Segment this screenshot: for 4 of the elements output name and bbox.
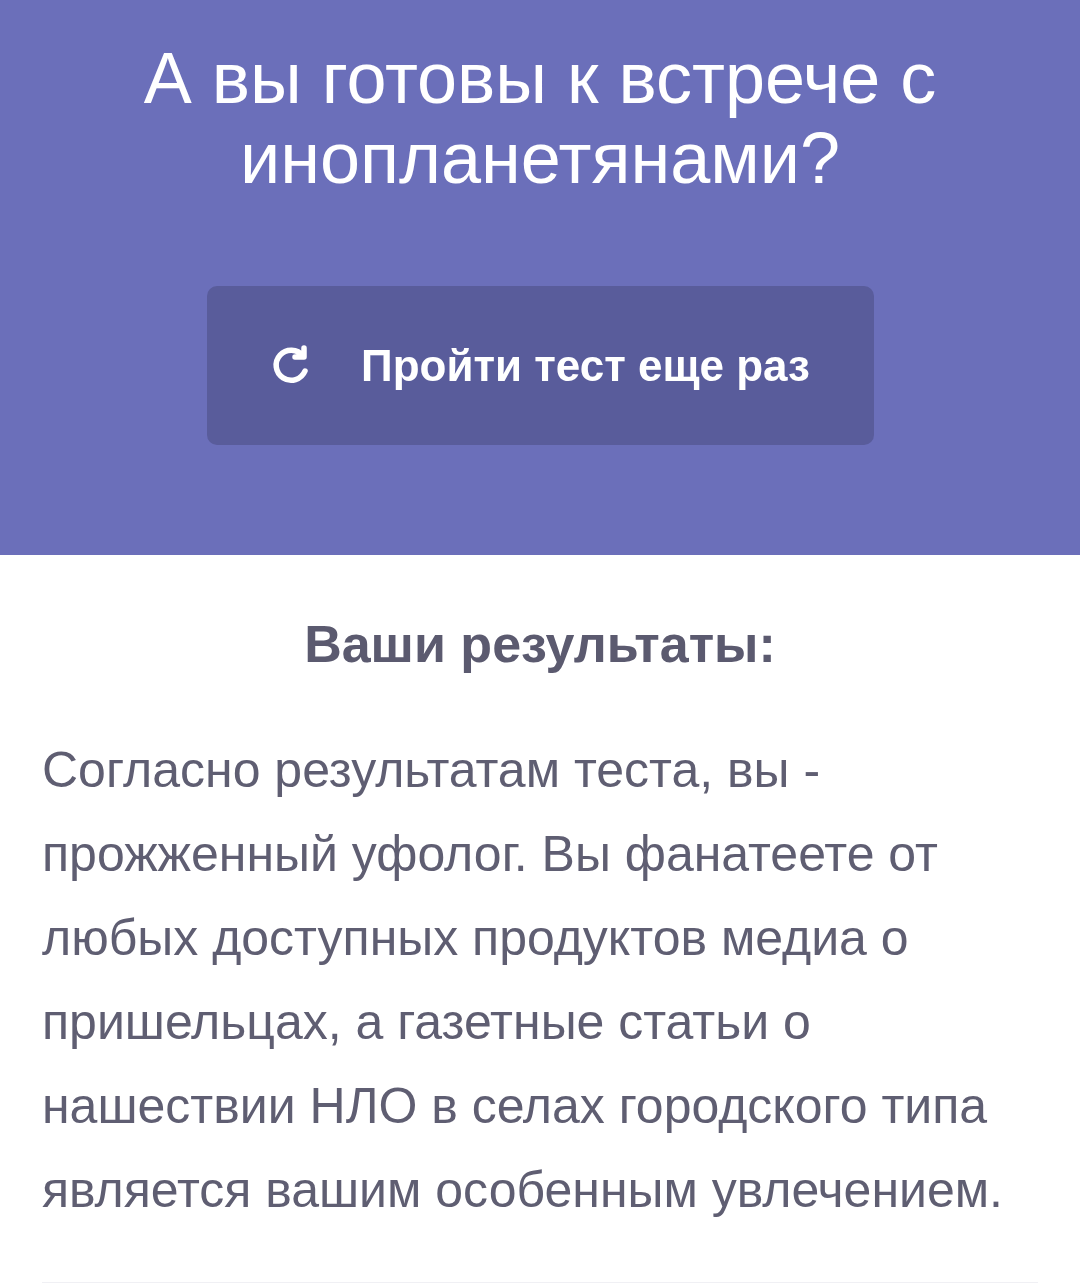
retake-test-button[interactable]: Пройти тест еще раз	[206, 286, 874, 445]
page-title: А вы готовы к встрече с инопланетянами?	[142, 38, 938, 198]
results-heading: Ваши результаты:	[303, 615, 777, 673]
results-paragraph: Согласно результатам теста, вы - прожженный уфолог. Вы фанатеете от любых доступных продуктов медиа о пришельцах, а газетные статьи о нашествии НЛО в селах городского типа является вашим особенным увлечением.	[42, 741, 1004, 1220]
